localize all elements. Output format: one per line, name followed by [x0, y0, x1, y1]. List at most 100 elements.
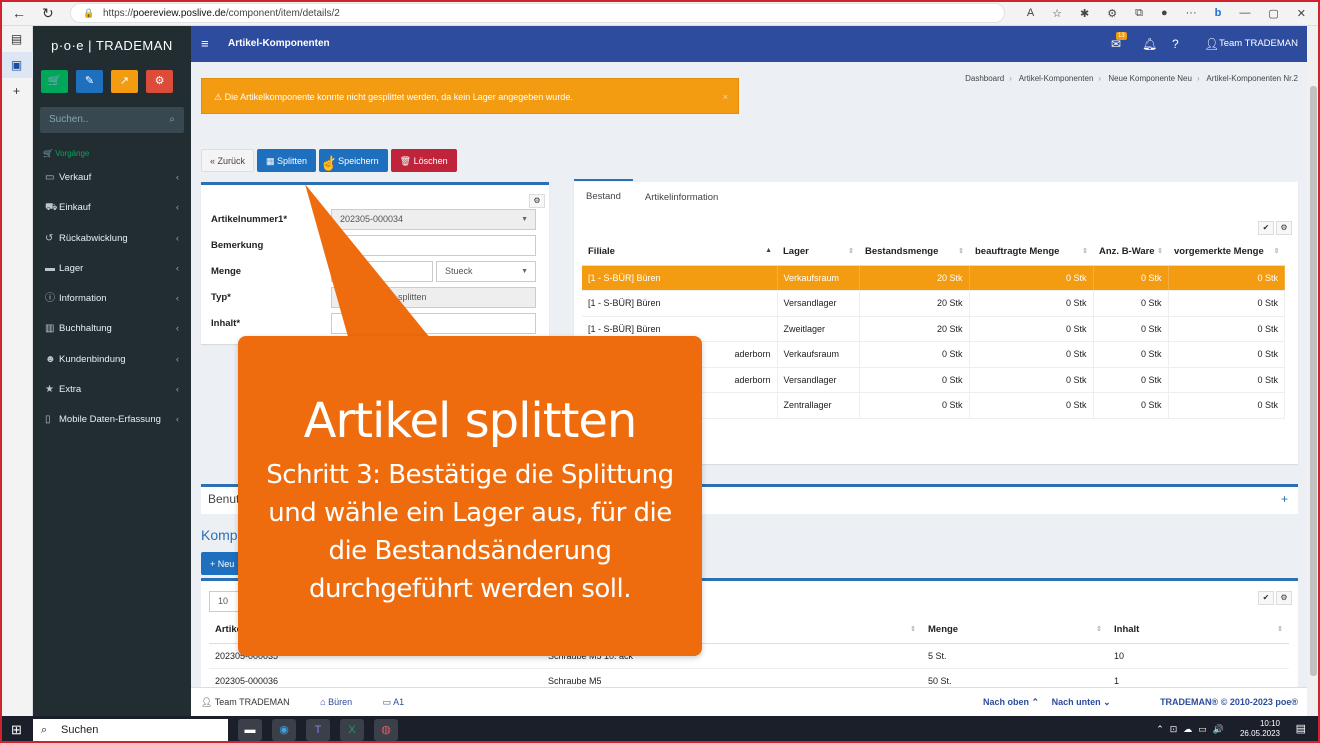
edge-icon[interactable]: ◉ — [272, 719, 296, 741]
article-label: Artikelnummer1* — [211, 214, 288, 225]
tutorial-callout: Artikel splitten Schritt 3: Bestätige di… — [238, 336, 702, 656]
cart-icon[interactable]: 🛒 — [41, 70, 68, 93]
sidebar-item-einkauf[interactable]: ⛟Einkauf ‹ — [33, 193, 191, 223]
user-icon[interactable]: 👤︎ — [1204, 26, 1219, 62]
pencil-icon[interactable]: ✎ — [76, 70, 103, 93]
scroll-down-link[interactable]: Nach unten ⌄ — [1052, 697, 1111, 707]
footer-register[interactable]: ▭ A1 — [383, 697, 419, 707]
settings-icon[interactable]: ⚙ — [1107, 7, 1117, 20]
unit-select[interactable]: Stueck ▼ — [436, 261, 536, 282]
chevron-left-icon: ‹ — [175, 293, 179, 305]
column-header[interactable]: Lager ⇕ — [777, 239, 859, 266]
app-icon[interactable]: ◍ — [374, 719, 398, 741]
column-header[interactable]: Anz. B-Ware ⇕ — [1093, 239, 1168, 266]
new-tab-icon[interactable]: + — [0, 78, 33, 104]
tabs-icon[interactable]: ▤ — [0, 26, 33, 52]
delete-button[interactable]: 🗑︎ Löschen — [390, 149, 457, 172]
active-tab-icon[interactable]: ▣ — [0, 52, 33, 78]
browser-toolbar: ← ↻ 🔒 https://poereview.poslive.de/compo… — [0, 0, 1320, 26]
sidebar-item-information[interactable]: ⓘ Information ‹ — [33, 284, 191, 314]
windows-start-icon[interactable]: ⊞ — [11, 722, 22, 738]
table-row[interactable]: [1 - S-BÜR] Büren Verkaufsraum 20 Stk 0 Stk… — [582, 265, 1285, 291]
sidebar-item-lager[interactable]: ▬ Lager ‹ — [33, 254, 191, 284]
sidebar-search[interactable]: Suchen.. ⌕ — [40, 107, 184, 133]
extension-icon[interactable]: ✱ — [1080, 7, 1089, 20]
bing-icon[interactable]: b — [1215, 7, 1222, 19]
table-row[interactable]: [1 - S-BÜR] Büren Versandlager 20 Stk 0 Stk… — [582, 290, 1285, 317]
tab-artikelinformation[interactable]: Artikelinformation — [633, 182, 730, 214]
mobile-icon: ▯ — [45, 414, 51, 426]
excel-icon[interactable]: X — [340, 719, 364, 741]
check-icon[interactable]: ✔ — [1258, 591, 1274, 605]
new-component-button[interactable]: + Neu — [201, 552, 244, 575]
bell-icon[interactable]: 🔔︎ — [1142, 26, 1157, 62]
minimize-icon[interactable]: — — [1239, 7, 1250, 19]
footer-branch[interactable]: ⌂ Büren — [320, 697, 366, 707]
user-name[interactable]: Team TRADEMAN — [1219, 26, 1298, 62]
taskbar-search[interactable]: ⌕ Suchen — [33, 719, 228, 741]
file-explorer-icon[interactable]: ▬ — [238, 719, 262, 741]
more-icon[interactable]: ··· — [1186, 7, 1197, 19]
sidebar-item-verkauf[interactable]: ▭ Verkauf ‹ — [33, 163, 191, 193]
tab-bestand[interactable]: Bestand — [574, 179, 633, 211]
search-icon: ⌕ — [41, 724, 48, 736]
close-alert-icon[interactable]: × — [723, 79, 728, 115]
split-button[interactable]: ▦ Splitten — [257, 149, 317, 172]
address-bar[interactable]: 🔒 https://poereview.poslive.de/component… — [70, 3, 1005, 23]
sidebar-section-title: 🛒 Vorgänge — [43, 149, 90, 158]
reload-icon[interactable]: ↻ — [42, 5, 54, 22]
chevron-left-icon: ‹ — [175, 414, 179, 426]
table-row[interactable]: 202305-000036 Schraube M5 50 St. 1 — [209, 668, 1289, 687]
maximize-icon[interactable]: ▢ — [1268, 7, 1278, 20]
breadcrumb-item[interactable]: Dashboard — [965, 74, 1004, 83]
chart-icon[interactable]: ↗ — [111, 70, 138, 93]
back-button[interactable]: « Zurück — [201, 149, 255, 172]
breadcrumb-item[interactable]: Neue Komponente Neu — [1108, 74, 1192, 83]
column-header[interactable]: Menge ⇕ — [922, 617, 1108, 644]
cogs-icon[interactable]: ⚙ — [529, 194, 545, 208]
column-header[interactable]: Filiale ▲ — [582, 239, 777, 266]
alert-text: Die Artikelkomponente konnte nicht gespl… — [224, 92, 573, 102]
cogs-icon[interactable]: ⚙ — [1276, 221, 1292, 235]
read-aloud-icon[interactable]: A — [1027, 7, 1034, 19]
breadcrumb-item[interactable]: Artikel-Komponenten — [1019, 74, 1094, 83]
quick-actions: 🛒 ✎ ↗ ⚙ — [33, 66, 191, 97]
logo[interactable]: p·o·e | TRADEMAN — [33, 26, 191, 66]
taskbar-clock[interactable]: 10:10 26.05.2023 — [1240, 719, 1280, 739]
sidebar-item-extra[interactable]: ★ Extra ‹ — [33, 375, 191, 405]
chevron-left-icon: ‹ — [175, 384, 179, 396]
check-icon[interactable]: ✔ — [1258, 221, 1274, 235]
callout-title: Artikel splitten — [303, 393, 638, 449]
scroll-up-link[interactable]: Nach oben ⌃ — [983, 697, 1039, 707]
cogs-icon[interactable]: ⚙ — [1276, 591, 1292, 605]
info-icon: ⓘ — [45, 293, 55, 305]
back-arrow-icon[interactable]: ← — [12, 5, 26, 21]
sidebar-item-mobile[interactable]: ▯ Mobile Daten-Erfassung ‹ — [33, 405, 191, 435]
menu-toggle-icon[interactable]: ≡ — [201, 26, 209, 62]
puzzle-icon[interactable]: ⧉ — [1135, 7, 1143, 20]
expand-plus-icon[interactable]: + — [1281, 492, 1288, 506]
bank-icon: ▥ — [45, 323, 55, 335]
teams-icon[interactable]: T — [306, 719, 330, 741]
callout-body: Schritt 3: Bestätige die Splittung und w… — [266, 460, 674, 604]
column-header[interactable]: beauftragte Menge ⇕ — [969, 239, 1093, 266]
notification-icon[interactable]: ▤ — [1296, 722, 1306, 735]
sidebar-item-kundenbindung[interactable]: ☻ Kundenbindung ‹ — [33, 345, 191, 375]
favorite-icon[interactable]: ☆ — [1052, 7, 1062, 20]
profile-icon[interactable]: ● — [1161, 7, 1168, 19]
search-icon[interactable]: ⌕ — [169, 107, 175, 133]
cogs-icon[interactable]: ⚙ — [146, 70, 173, 93]
sidebar-item-buchhaltung[interactable]: ▥ Buchhaltung ‹ — [33, 314, 191, 344]
column-header[interactable]: Bestandsmenge ⇕ — [859, 239, 969, 266]
caret-down-icon: ▼ — [521, 216, 528, 223]
browser-side-strip: ▤ ▣ + — [0, 26, 33, 716]
column-header[interactable]: vorgemerkte Menge ⇕ — [1168, 239, 1285, 266]
page-scrollbar[interactable] — [1307, 26, 1320, 716]
scrollbar-thumb[interactable] — [1310, 86, 1317, 676]
close-icon[interactable]: ✕ — [1297, 7, 1306, 20]
breadcrumb-item: Artikel-Komponenten Nr.2 — [1206, 74, 1298, 83]
sidebar-item-rueckabwicklung[interactable]: ↺ Rückabwicklung ‹ — [33, 224, 191, 254]
help-icon[interactable]: ? — [1172, 26, 1179, 62]
column-header[interactable]: Inhalt ⇕ — [1108, 617, 1289, 644]
url-path: /component/item/details/2 — [225, 8, 340, 19]
